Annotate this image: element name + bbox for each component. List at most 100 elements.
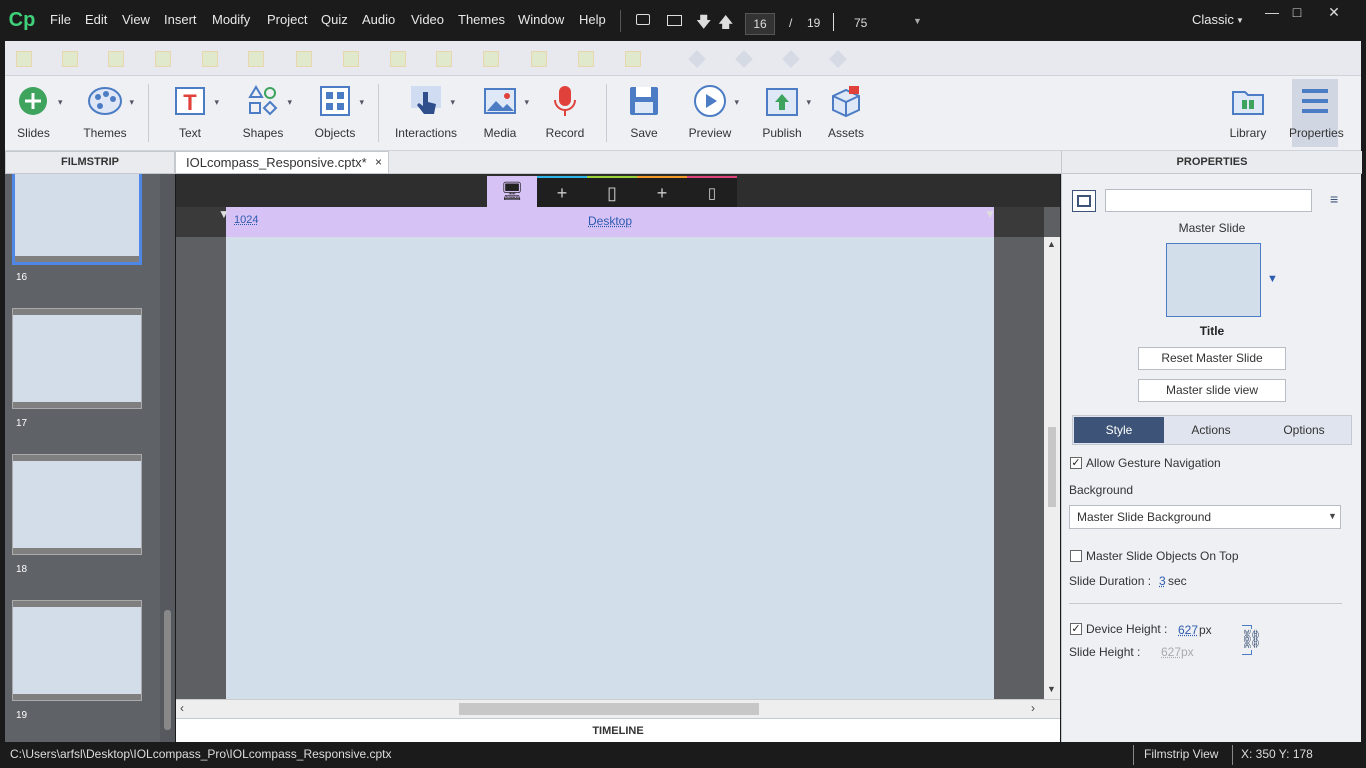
close-tab-icon[interactable]: × [375,152,382,173]
breakpoint-width[interactable]: 1024 [234,214,258,226]
master-dropdown-icon[interactable]: ▼ [1267,273,1278,285]
slide-thumbnail-19[interactable] [12,600,142,701]
arrow-down-icon[interactable]: 🡇 [696,12,711,37]
breakpoint-name[interactable]: Desktop [588,214,632,228]
menu-file[interactable]: File [50,12,71,27]
slide-thumbnail-16[interactable] [12,174,142,265]
device-height-checkbox[interactable]: ✓ [1070,623,1082,635]
allow-gesture-checkbox[interactable]: ✓ [1070,457,1082,469]
reset-master-slide-button[interactable]: Reset Master Slide [1138,347,1286,370]
menu-help[interactable]: Help [579,12,606,27]
filmstrip-scroll-thumb[interactable] [164,610,171,730]
library-button[interactable]: Library [1227,84,1269,140]
menu-view[interactable]: View [122,12,150,27]
canvas-horizontal-scrollbar[interactable]: ‹ › [176,699,1060,718]
media-button[interactable]: ▾ Media [475,84,529,140]
shapes-button[interactable]: ▾ Shapes [238,84,292,140]
close-button[interactable]: ✕ [1319,3,1349,23]
device-height-value[interactable]: 627 [1178,623,1198,637]
timeline-panel[interactable]: TIMELINE [176,718,1060,742]
link-icon[interactable]: ⛓ [1240,629,1263,650]
right-handle-icon[interactable]: ▼ [984,207,996,221]
filmstrip-scrollbar[interactable] [160,174,175,742]
master-slide-thumbnail[interactable] [1166,243,1261,317]
slide-duration-value[interactable]: 3 [1159,574,1166,588]
add-breakpoint-icon[interactable]: + [537,176,587,207]
menu-themes[interactable]: Themes [458,12,505,27]
mobile-breakpoint-icon[interactable]: ▯ [687,176,737,207]
device-height-label: Device Height : [1086,622,1168,636]
properties-button[interactable]: Properties [1289,84,1344,140]
slide-name-input[interactable] [1105,189,1312,212]
add-breakpoint-icon[interactable]: + [637,176,687,207]
tab-style[interactable]: Style [1074,417,1164,443]
menu-edit[interactable]: Edit [85,12,107,27]
tab-actions[interactable]: Actions [1166,417,1256,443]
distribute-horizontal-icon[interactable] [296,51,312,67]
scroll-right-icon[interactable]: › [1031,701,1035,715]
menu-audio[interactable]: Audio [362,12,395,27]
text-button[interactable]: T ▾ Text [165,84,219,140]
record-button[interactable]: Record [542,84,588,140]
themes-button[interactable]: ▾ Themes [80,84,134,140]
align-bottom-icon[interactable] [248,51,264,67]
align-center-icon[interactable] [62,51,78,67]
canvas-vscroll-thumb[interactable] [1048,427,1056,507]
tab-options[interactable]: Options [1258,417,1350,443]
same-height-icon[interactable] [436,51,452,67]
canvas-hscroll-thumb[interactable] [459,703,759,715]
zoom-value[interactable]: 75 [854,16,867,30]
align-right-icon[interactable] [108,51,124,67]
align-left-icon[interactable] [16,51,32,67]
slide-thumbnail-17[interactable] [12,308,142,409]
same-size-icon[interactable] [483,51,499,67]
menu-insert[interactable]: Insert [164,12,197,27]
align-top-icon[interactable] [155,51,171,67]
menu-project[interactable]: Project [267,12,307,27]
background-select[interactable]: Master Slide Background ▼ [1069,505,1341,529]
mode-dropdown-icon[interactable]: ▼ [1236,16,1244,25]
scroll-up-icon[interactable]: ▲ [1047,239,1056,249]
scroll-left-icon[interactable]: ‹ [180,701,184,715]
master-slide-view-button[interactable]: Master slide view [1138,379,1286,402]
left-handle-icon[interactable]: ▼ [218,207,230,221]
menu-quiz[interactable]: Quiz [321,12,348,27]
scroll-down-icon[interactable]: ▼ [1047,684,1056,694]
same-width-icon[interactable] [390,51,406,67]
comment-icon[interactable] [636,14,650,25]
menu-window[interactable]: Window [518,12,564,27]
menu-modify[interactable]: Modify [212,12,250,27]
menu-video[interactable]: Video [411,12,444,27]
objects-button[interactable]: ▾ Objects [310,84,364,140]
publish-button[interactable]: ▾ Publish [757,84,811,140]
workspace-mode[interactable]: Classic [1192,12,1234,27]
center-horizontal-icon[interactable] [531,51,547,67]
mail-icon[interactable] [667,15,682,26]
assets-button[interactable]: Assets [825,84,867,140]
panel-menu-icon[interactable]: ≡ [1330,191,1338,207]
maximize-button[interactable]: □ [1282,3,1312,23]
save-button[interactable]: Save [623,84,665,140]
add-slide-icon: ▾ [17,84,63,118]
slide-stage[interactable] [226,237,994,699]
zoom-dropdown-icon[interactable]: ▼ [913,16,922,26]
send-to-back-icon[interactable] [829,50,847,68]
desktop-breakpoint-icon[interactable]: 🖥 [487,176,537,207]
slides-button[interactable]: ▾ Slides [11,84,63,140]
distribute-vertical-icon[interactable] [343,51,359,67]
master-on-top-checkbox[interactable] [1070,550,1082,562]
arrow-up-icon[interactable]: 🡅 [718,12,733,37]
preview-button[interactable]: ▾ Preview [685,84,739,140]
interactions-button[interactable]: ▾ Interactions [393,84,459,140]
bring-to-front-icon[interactable] [688,50,706,68]
center-vertical-icon[interactable] [578,51,594,67]
document-tab[interactable]: IOLcompass_Responsive.cptx* × [175,151,389,174]
center-page-icon[interactable] [625,51,641,67]
align-middle-icon[interactable] [202,51,218,67]
slide-thumbnail-18[interactable] [12,454,142,555]
tablet-breakpoint-icon[interactable]: ▯ [587,176,637,207]
canvas-vertical-scrollbar[interactable]: ▲ ▼ [1044,237,1060,699]
bring-forward-icon[interactable] [735,50,753,68]
current-slide-input[interactable]: 16 [745,13,775,35]
send-backward-icon[interactable] [782,50,800,68]
